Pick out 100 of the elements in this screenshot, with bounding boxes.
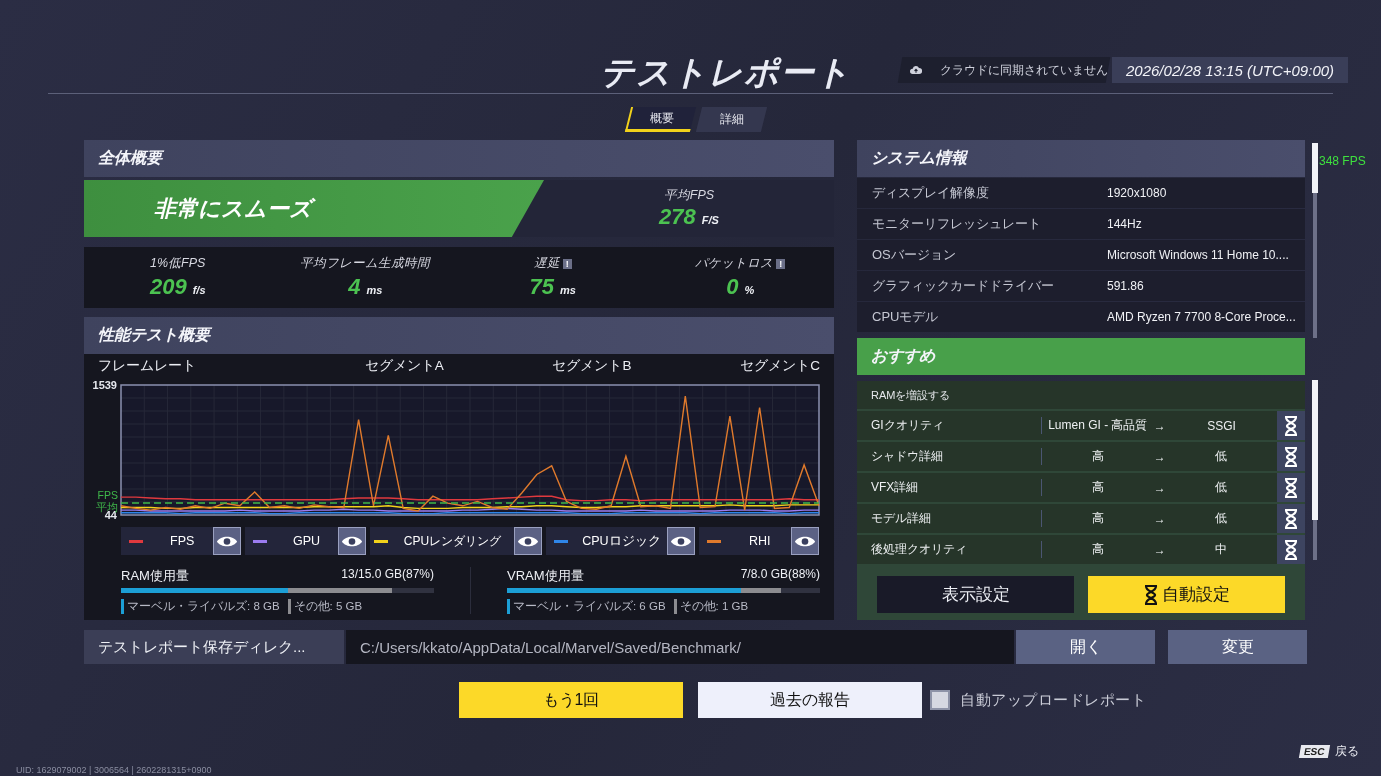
memory-label: VRAM使用量 (507, 567, 584, 585)
info-label: グラフィックカードドライバー (871, 277, 1055, 295)
visibility-toggle[interactable] (514, 527, 543, 555)
recommendation-note: RAMを増設する (857, 381, 1305, 409)
section-header: おすすめ (857, 338, 1305, 375)
segment-label: セグメントC (740, 357, 820, 375)
auto-apply-button[interactable] (1277, 504, 1305, 533)
legend-label: GPU (291, 534, 322, 548)
info-value: 1920x1080 (1107, 186, 1167, 200)
segment-label: セグメントB (552, 357, 632, 375)
key-hint: ESC (1299, 745, 1331, 758)
page-title: テストレポート (600, 52, 851, 93)
memory-breakdown: マーベル・ライバルズ: 6 GB (507, 599, 666, 614)
hourglass-icon (1284, 477, 1299, 498)
hourglass-icon (1284, 539, 1299, 560)
legend-label: CPUレンダリング (402, 532, 503, 550)
legend-swatch (129, 539, 143, 543)
info-label: CPUモデル (871, 308, 940, 326)
recommended-value: 低 (1214, 448, 1229, 465)
visibility-toggle[interactable] (337, 527, 366, 555)
info-value: 591.86 (1107, 279, 1144, 293)
recommended-value: 低 (1214, 479, 1229, 496)
scrollbar-thumb[interactable] (1312, 380, 1318, 520)
setting-name: 後処理クオリティ (857, 541, 1042, 558)
change-button[interactable]: 変更 (1168, 630, 1307, 664)
info-value: AMD Ryzen 7 7700 8-Core Proce... (1107, 310, 1296, 324)
cloud-status-badge: クラウドに同期されていません (897, 57, 1111, 83)
current-value: 高 (1090, 510, 1105, 527)
recommended-value: 低 (1214, 510, 1229, 527)
arrow: → (1153, 511, 1166, 526)
hourglass-icon (1284, 446, 1299, 467)
memory-breakdown: マーベル・ライバルズ: 8 GB (121, 599, 280, 614)
stat-label: 平均FPS (663, 187, 715, 204)
auto-settings-button[interactable]: 自動設定 (1088, 576, 1285, 613)
stat-value: 4 ms (348, 274, 383, 300)
section-header: システム情報 (857, 140, 1305, 177)
auto-apply-button[interactable] (1277, 535, 1305, 564)
hourglass-icon (1284, 415, 1299, 436)
legend-swatch (554, 539, 569, 543)
retry-button[interactable]: もう1回 (459, 682, 683, 718)
legend-label: RHI (748, 534, 772, 548)
info-label: モニターリフレッシュレート (871, 215, 1042, 233)
average-label: FPS 平均 (95, 489, 118, 513)
chart-title: フレームレート (98, 357, 196, 375)
stat-label: 平均フレーム生成時間 (300, 255, 431, 272)
checkbox-label: 自動アップロードレポート (960, 690, 1146, 710)
directory-path-field[interactable]: C:/Users/kkato/AppData/Local/Marvel/Saved/Benchmark/ (346, 630, 1014, 664)
info-badge[interactable]: ! (562, 258, 572, 269)
hourglass-icon (1143, 584, 1158, 605)
legend-label: CPUロジック (581, 532, 662, 550)
segment-label: セグメントA (364, 357, 444, 375)
current-value: 高 (1090, 541, 1105, 558)
section-header: 性能テスト概要 (84, 317, 834, 354)
directory-label: テストレポート保存ディレク... (84, 630, 344, 664)
visibility-toggle[interactable] (666, 527, 695, 555)
setting-name: GIクオリティ (857, 417, 1042, 434)
recommended-value: 中 (1214, 541, 1229, 558)
open-button[interactable]: 開く (1016, 630, 1155, 664)
current-value: Lumen GI - 高品質 (1047, 417, 1149, 434)
legend-swatch (706, 539, 721, 543)
auto-apply-button[interactable] (1277, 442, 1305, 471)
legend-swatch (253, 539, 268, 543)
axis-tick: 1539 (92, 379, 117, 391)
uid-text: UID: 1629079002 | 3006564 | 2602281315+0900 (16, 765, 212, 775)
fps-counter: 348 FPS (1319, 154, 1366, 168)
stat-value: 209 f/s (149, 274, 206, 300)
auto-apply-button[interactable] (1277, 473, 1305, 502)
rating-banner: 非常にスムーズ (84, 180, 544, 237)
scrollbar-thumb[interactable] (1312, 143, 1318, 193)
cloud-upload-icon (910, 64, 922, 76)
auto-apply-button[interactable] (1277, 411, 1305, 440)
info-value: Microsoft Windows 11 Home 10.... (1107, 248, 1289, 262)
recommended-value: SSGI (1206, 418, 1237, 433)
section-header: 全体概要 (84, 140, 834, 177)
setting-name: VFX詳細 (857, 479, 1042, 496)
memory-label: RAM使用量 (121, 567, 189, 585)
arrow: → (1153, 480, 1166, 495)
setting-name: シャドウ詳細 (857, 448, 1042, 465)
info-badge[interactable]: ! (776, 258, 786, 269)
legend-swatch (373, 539, 388, 543)
checkbox[interactable] (930, 690, 950, 710)
stat-label: 1%低FPS (150, 255, 206, 272)
memory-reading: 13/15.0 GB(87%) (341, 567, 435, 583)
visibility-toggle[interactable] (213, 527, 242, 555)
history-button[interactable]: 過去の報告 (698, 682, 922, 718)
info-label: ディスプレイ解像度 (871, 184, 990, 202)
arrow: → (1153, 418, 1166, 433)
visibility-toggle[interactable] (791, 527, 819, 555)
hourglass-icon (1284, 508, 1299, 529)
display-settings-button[interactable]: 表示設定 (877, 576, 1074, 613)
memory-reading: 7/8.0 GB(88%) (740, 567, 820, 583)
memory-breakdown: その他: 1 GB (673, 599, 749, 614)
tab[interactable]: 詳細 (695, 107, 768, 132)
current-value: 高 (1090, 448, 1105, 465)
tab[interactable]: 概要 (624, 107, 697, 132)
stat-label: 遅延 (533, 255, 560, 272)
back-link[interactable]: 戻る (1335, 743, 1359, 760)
date-time: 2026/02/28 13:15 (UTC+09:00) (1112, 57, 1349, 83)
info-label: OSバージョン (871, 246, 957, 264)
setting-name: モデル詳細 (857, 510, 1042, 527)
